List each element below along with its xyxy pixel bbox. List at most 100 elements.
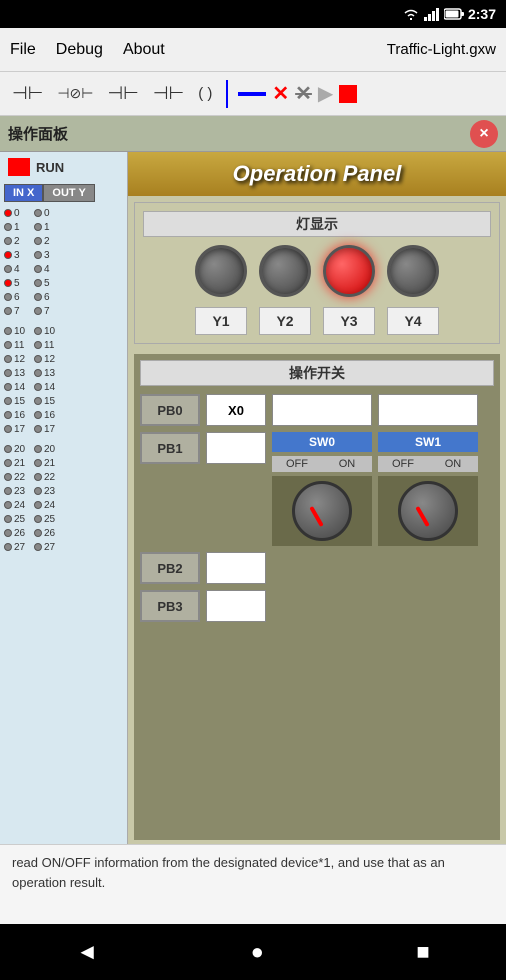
toolbar-line <box>238 92 266 96</box>
toolbar: ⊣⊢ ⊣⊘⊢ ⊣⊢ ⊣⊢ ( ) ✕ ✕ ▶ <box>0 72 506 116</box>
sw0-off-label[interactable]: OFF <box>272 456 322 472</box>
lights-row <box>143 245 491 297</box>
io-dot2 <box>34 383 42 391</box>
nav-bar: ◄ ● ■ <box>0 924 506 980</box>
pb2-button[interactable]: PB2 <box>140 552 200 584</box>
pb3-value-box <box>206 590 266 622</box>
switch-section: 操作开关 PB0 X0 PB1 SW0 OFF ON <box>134 354 500 840</box>
status-time: 2:37 <box>468 6 496 22</box>
io-row: 22 <box>4 234 123 248</box>
bottom-text-content: read ON/OFF information from the designa… <box>12 855 445 890</box>
sw0-on-label[interactable]: ON <box>322 456 372 472</box>
io-dot <box>4 307 12 315</box>
io-row: 1515 <box>4 394 123 408</box>
run-led <box>8 158 30 176</box>
toolbar-no-contact[interactable]: ⊣⊘⊢ <box>53 83 97 104</box>
io-row: 1414 <box>4 380 123 394</box>
io-dot <box>4 529 12 537</box>
menu-file[interactable]: File <box>10 41 36 59</box>
bottom-text-area: read ON/OFF information from the designa… <box>0 844 506 924</box>
pb1-button[interactable]: PB1 <box>140 432 200 464</box>
pb3-button[interactable]: PB3 <box>140 590 200 622</box>
signal-icon <box>424 7 440 21</box>
nav-recent-button[interactable]: ■ <box>416 939 429 965</box>
status-bar: 2:37 <box>0 0 506 28</box>
sw1-on-label[interactable]: ON <box>428 456 478 472</box>
dialog-close-button[interactable]: × <box>470 120 498 148</box>
sw0-container: SW0 OFF ON <box>272 432 372 546</box>
out-y-button[interactable]: OUT Y <box>43 184 94 202</box>
io-dot2 <box>34 307 42 315</box>
io-dot <box>4 487 12 495</box>
io-row: 00 <box>4 206 123 220</box>
sw0-header: SW0 <box>272 432 372 452</box>
dialog-title: 操作面板 <box>8 123 68 144</box>
io-row: 2222 <box>4 470 123 484</box>
pb2-value-box <box>206 552 266 584</box>
io-dot2 <box>34 223 42 231</box>
panel-header-text: Operation Panel <box>233 161 402 187</box>
toolbar-xmark[interactable]: ✕ <box>272 81 289 106</box>
run-label: RUN <box>36 160 64 175</box>
pb0-button[interactable]: PB0 <box>140 394 200 426</box>
toolbar-divider <box>226 80 228 108</box>
toolbar-xmark2[interactable]: ✕ <box>295 81 312 106</box>
menu-bar: File Debug About Traffic-Light.gxw <box>0 28 506 72</box>
io-dot <box>4 425 12 433</box>
light-labels-row: Y1 Y2 Y3 Y4 <box>143 307 491 335</box>
light-bulb-y1 <box>195 245 247 297</box>
battery-icon <box>444 8 464 20</box>
io-dot2 <box>34 487 42 495</box>
io-dot <box>4 209 12 217</box>
io-row: 2626 <box>4 526 123 540</box>
sw0-knob-circle <box>292 481 352 541</box>
io-dot <box>4 543 12 551</box>
io-dot <box>4 501 12 509</box>
empty-box-2 <box>378 394 478 426</box>
nav-home-button[interactable]: ● <box>251 939 264 965</box>
io-dot2 <box>34 237 42 245</box>
toolbar-contact4[interactable]: ⊣⊢ <box>149 81 188 106</box>
toolbar-contact3[interactable]: ⊣⊢ <box>103 81 142 106</box>
io-dot <box>4 265 12 273</box>
io-dot <box>4 279 12 287</box>
menu-debug[interactable]: Debug <box>56 41 103 59</box>
sw0-knob-indicator <box>309 506 323 527</box>
sw1-knob-indicator <box>415 506 429 527</box>
light-bulb-y2 <box>259 245 311 297</box>
io-dot2 <box>34 515 42 523</box>
io-row: 55 <box>4 276 123 290</box>
io-dot <box>4 251 12 259</box>
io-dot2 <box>34 265 42 273</box>
operation-panel: Operation Panel 灯显示 Y1 Y2 Y3 Y4 操作开关 P <box>128 152 506 844</box>
sw1-off-label[interactable]: OFF <box>378 456 428 472</box>
io-dot2 <box>34 445 42 453</box>
toolbar-nc-contact[interactable]: ⊣⊢ <box>8 81 47 106</box>
io-dot2 <box>34 341 42 349</box>
light-label-y1: Y1 <box>195 307 247 335</box>
dialog-titlebar: 操作面板 × <box>0 116 506 152</box>
in-x-button[interactable]: IN X <box>4 184 43 202</box>
toolbar-stop[interactable] <box>339 85 357 103</box>
left-panel: RUN IN X OUT Y 00 11 22 33 44 55 66 77 1… <box>0 152 128 844</box>
toolbar-coil[interactable]: ( ) <box>194 83 216 104</box>
menu-about[interactable]: About <box>123 41 165 59</box>
light-label-y4: Y4 <box>387 307 439 335</box>
io-row: 77 <box>4 304 123 318</box>
io-row: 2121 <box>4 456 123 470</box>
io-dot <box>4 341 12 349</box>
io-dot <box>4 369 12 377</box>
io-row: 1111 <box>4 338 123 352</box>
io-dot2 <box>34 355 42 363</box>
io-dot2 <box>34 209 42 217</box>
x0-display: X0 <box>206 394 266 426</box>
sw0-knob[interactable] <box>272 476 372 546</box>
io-row: 1717 <box>4 422 123 436</box>
io-dot2 <box>34 293 42 301</box>
panel-header: Operation Panel <box>128 152 506 196</box>
toolbar-play[interactable]: ▶ <box>318 81 333 106</box>
sw1-knob[interactable] <box>378 476 478 546</box>
nav-back-button[interactable]: ◄ <box>76 939 98 965</box>
io-dot <box>4 293 12 301</box>
io-row: 1313 <box>4 366 123 380</box>
